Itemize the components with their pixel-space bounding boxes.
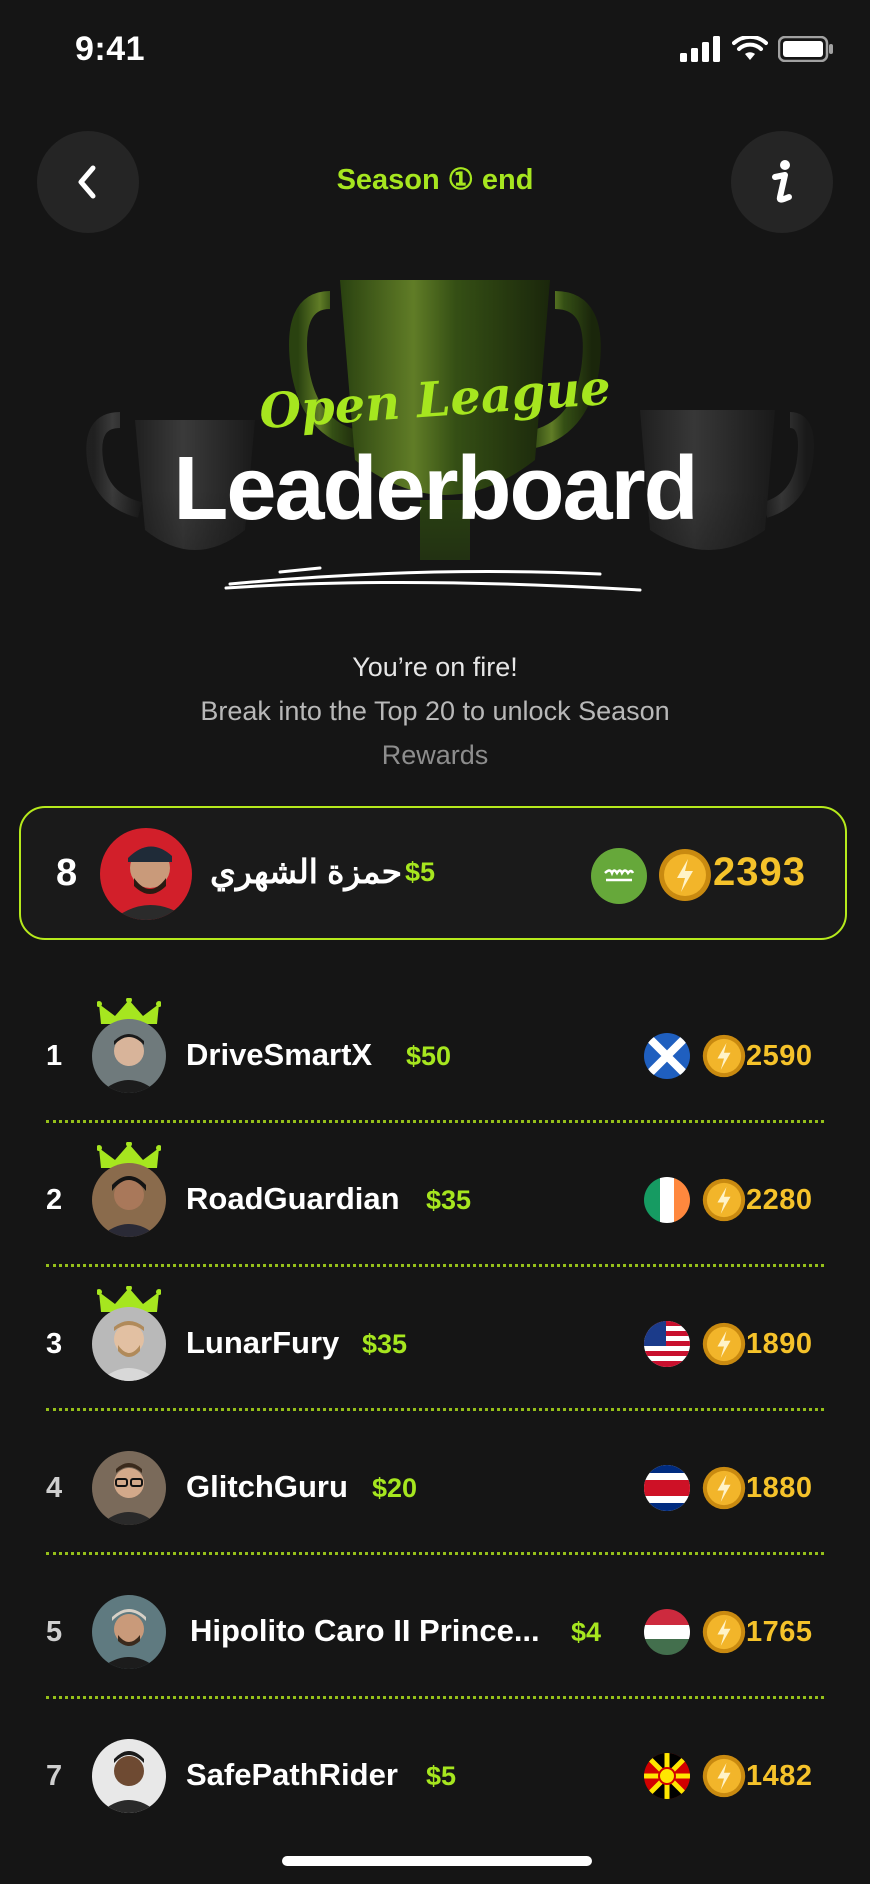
coin-icon bbox=[702, 1466, 746, 1510]
score: 2590 bbox=[746, 1040, 813, 1072]
usa-flag-icon bbox=[644, 1321, 690, 1367]
username: DriveSmartX bbox=[186, 1037, 373, 1072]
signal-icon bbox=[680, 36, 720, 62]
my-prize: $5 bbox=[405, 857, 436, 887]
costa-rica-flag-icon bbox=[644, 1465, 690, 1511]
coin-icon bbox=[702, 1610, 746, 1654]
avatar bbox=[92, 1019, 166, 1093]
row-divider bbox=[46, 1264, 824, 1267]
home-indicator[interactable] bbox=[282, 1856, 592, 1866]
wifi-icon bbox=[732, 36, 768, 60]
prize-amount: $5 bbox=[426, 1761, 457, 1791]
row-divider bbox=[46, 1408, 824, 1411]
ireland-flag-icon bbox=[644, 1177, 690, 1223]
scotland-flag-icon bbox=[644, 1033, 690, 1079]
rank-number: 4 bbox=[46, 1472, 63, 1504]
coin-icon bbox=[702, 1178, 746, 1222]
coin-icon bbox=[702, 1322, 746, 1366]
avatar bbox=[92, 1595, 166, 1669]
goal-text-line2: Rewards bbox=[381, 740, 489, 770]
title-underline bbox=[224, 566, 642, 592]
page-title: Leaderboard bbox=[173, 439, 698, 539]
battery-icon bbox=[778, 36, 833, 62]
avatar bbox=[100, 828, 192, 920]
username: GlitchGuru bbox=[186, 1469, 348, 1504]
info-icon bbox=[772, 160, 792, 203]
avatar bbox=[92, 1739, 166, 1813]
coin-icon bbox=[702, 1034, 746, 1078]
saudi-flag-icon bbox=[591, 848, 647, 904]
username: RoadGuardian bbox=[186, 1181, 400, 1216]
row-divider bbox=[46, 1552, 824, 1555]
status-time: 9:41 bbox=[75, 30, 146, 68]
prize-amount: $4 bbox=[571, 1617, 602, 1647]
username: LunarFury bbox=[186, 1325, 340, 1360]
score: 2280 bbox=[746, 1184, 813, 1216]
username: Hipolito Caro II Prince... bbox=[190, 1613, 540, 1648]
coin-icon bbox=[659, 849, 711, 901]
rank-number: 1 bbox=[46, 1040, 63, 1072]
score: 1890 bbox=[746, 1328, 813, 1360]
username: SafePathRider bbox=[186, 1757, 398, 1792]
avatar bbox=[92, 1163, 166, 1237]
avatar bbox=[92, 1451, 166, 1525]
status-icons bbox=[680, 36, 834, 62]
row-divider bbox=[46, 1120, 824, 1123]
score: 1880 bbox=[746, 1472, 813, 1504]
avatar bbox=[92, 1307, 166, 1381]
prize-amount: $20 bbox=[372, 1473, 418, 1503]
prize-amount: $50 bbox=[406, 1041, 452, 1071]
rank-number: 7 bbox=[46, 1760, 63, 1792]
rank-number: 3 bbox=[46, 1328, 63, 1360]
rank-number: 5 bbox=[46, 1616, 63, 1648]
rank-number: 2 bbox=[46, 1184, 63, 1216]
coin-icon bbox=[702, 1754, 746, 1798]
prize-amount: $35 bbox=[362, 1329, 408, 1359]
hungary-flag-icon bbox=[644, 1609, 690, 1655]
prize-amount: $35 bbox=[426, 1185, 472, 1215]
north-macedonia-flag-icon bbox=[644, 1753, 690, 1799]
score: 1482 bbox=[746, 1760, 813, 1792]
encouragement-text: You’re on fire! bbox=[352, 652, 518, 682]
goal-text-line1: Break into the Top 20 to unlock Season bbox=[200, 696, 670, 726]
info-button[interactable] bbox=[731, 131, 833, 233]
my-rank: 8 bbox=[56, 852, 78, 894]
my-username: حمزة الشهري bbox=[210, 853, 403, 890]
row-divider bbox=[46, 1696, 824, 1699]
score: 1765 bbox=[746, 1616, 813, 1648]
my-score: 2393 bbox=[713, 850, 806, 894]
